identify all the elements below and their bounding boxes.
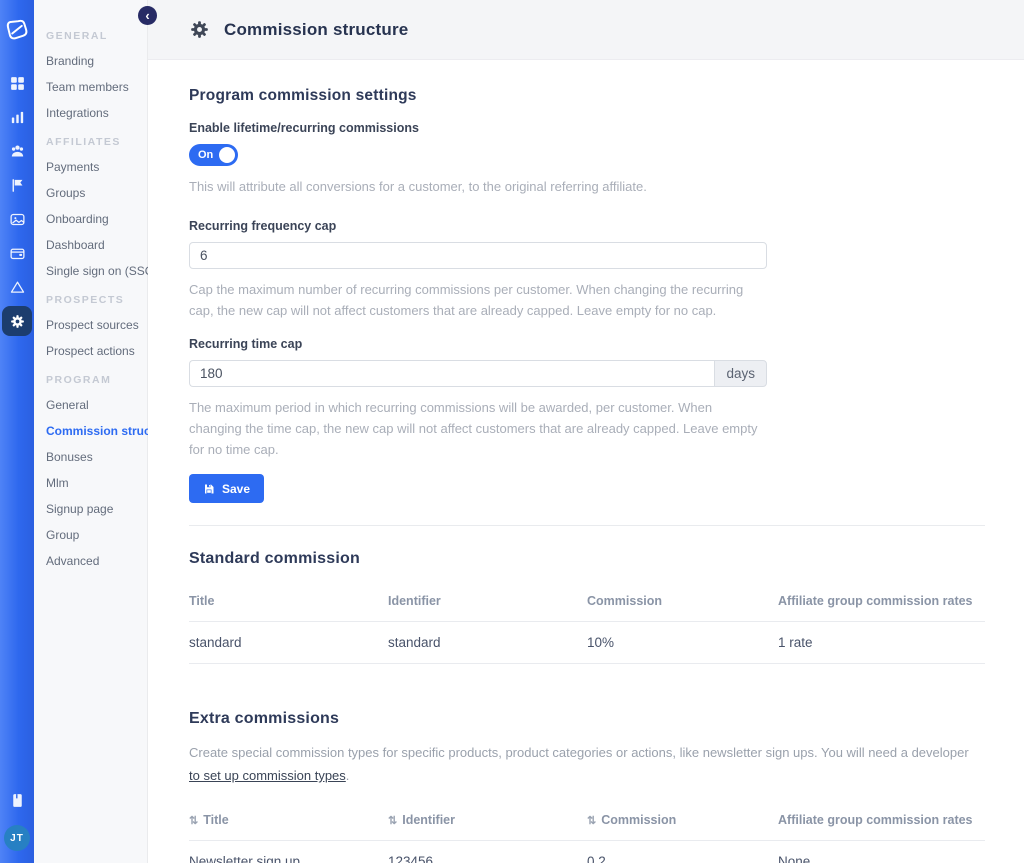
content-area: Program commission settings Enable lifet… (148, 60, 1024, 863)
time-cap-input-group: days (189, 360, 767, 387)
settings-heading: Program commission settings (189, 87, 985, 105)
cell-title: standard (189, 622, 388, 664)
toggle-state-label: On (198, 149, 213, 161)
sort-icon: ⇅ (587, 815, 596, 827)
section-label-program: PROGRAM (46, 374, 141, 386)
section-label-prospects: PROSPECTS (46, 294, 141, 306)
header-gear-icon (189, 19, 210, 40)
sidebar-item-advanced[interactable]: Advanced (46, 548, 141, 574)
sidebar-item-group[interactable]: Group (46, 522, 141, 548)
sidebar-item-general[interactable]: General (46, 392, 141, 418)
sort-icon: ⇅ (388, 815, 397, 827)
sidebar-item-team-members[interactable]: Team members (46, 74, 141, 100)
toggle-knob (219, 147, 235, 163)
sidebar-item-payments[interactable]: Payments (46, 154, 141, 180)
toggle-help-text: This will attribute all conversions for … (189, 176, 985, 197)
toggle-field-label: Enable lifetime/recurring commissions (189, 121, 985, 135)
description-text: Create special commission types for spec… (189, 745, 969, 760)
brand-logo-icon[interactable] (4, 16, 30, 44)
sidebar-item-signup-page[interactable]: Signup page (46, 496, 141, 522)
settings-sidebar: GENERAL Branding Team members Integratio… (34, 0, 148, 863)
reports-chart-icon[interactable] (0, 100, 34, 134)
standard-commission-heading: Standard commission (189, 550, 985, 568)
sidebar-item-integrations[interactable]: Integrations (46, 100, 141, 126)
docs-book-icon[interactable] (0, 783, 34, 817)
col-title: Title (189, 580, 388, 622)
section-label-affiliates: AFFILIATES (46, 136, 141, 148)
time-cap-help: The maximum period in which recurring co… (189, 397, 767, 460)
extra-commissions-heading: Extra commissions (189, 710, 985, 728)
table-header-row: ⇅ Title ⇅ Identifier ⇅ Commission Affiliate… (189, 799, 985, 841)
table-header-row: Title Identifier Commission Affiliate gr… (189, 580, 985, 622)
icon-rail: JT (0, 0, 34, 863)
sidebar-item-onboarding[interactable]: Onboarding (46, 206, 141, 232)
col-identifier: Identifier (388, 580, 587, 622)
col-commission-label: Commission (601, 813, 676, 827)
cell-commission: 0.2 (587, 841, 778, 863)
sidebar-item-bonuses[interactable]: Bonuses (46, 444, 141, 470)
save-button-label: Save (222, 482, 250, 496)
col-identifier-label: Identifier (402, 813, 455, 827)
sidebar-item-sso[interactable]: Single sign on (SSO) (46, 258, 141, 284)
frequency-cap-input[interactable] (189, 242, 767, 269)
cell-commission: 10% (587, 622, 778, 664)
sidebar-item-prospect-actions[interactable]: Prospect actions (46, 338, 141, 364)
sidebar-item-branding[interactable]: Branding (46, 48, 141, 74)
page-title: Commission structure (224, 20, 408, 40)
user-avatar[interactable]: JT (4, 825, 30, 851)
time-cap-label: Recurring time cap (189, 337, 985, 351)
dashboard-icon[interactable] (0, 66, 34, 100)
assets-image-icon[interactable] (0, 202, 34, 236)
sidebar-item-dashboard[interactable]: Dashboard (46, 232, 141, 258)
section-label-general: GENERAL (46, 30, 141, 42)
chevron-left-icon: ‹ (145, 9, 149, 22)
sidebar-item-groups[interactable]: Groups (46, 180, 141, 206)
frequency-cap-label: Recurring frequency cap (189, 219, 985, 233)
frequency-cap-help: Cap the maximum number of recurring comm… (189, 279, 767, 321)
link-suffix: . (346, 768, 350, 783)
cell-group-rates: None (778, 841, 985, 863)
lifetime-commissions-toggle[interactable]: On (189, 144, 238, 166)
table-row[interactable]: Newsletter sign up 123456 0.2 None (189, 841, 985, 863)
affiliates-users-icon[interactable] (0, 134, 34, 168)
table-row[interactable]: standard standard 10% 1 rate (189, 622, 985, 664)
time-cap-input[interactable] (189, 360, 714, 387)
sort-icon: ⇅ (189, 815, 198, 827)
main-panel: ‹ Commission structure Program commissio… (148, 0, 1024, 863)
prism-triangle-icon[interactable] (0, 270, 34, 304)
cell-title: Newsletter sign up (189, 841, 388, 863)
collapse-sidebar-button[interactable]: ‹ (138, 6, 157, 25)
col-title-sortable[interactable]: ⇅ Title (189, 799, 388, 841)
col-title-label: Title (203, 813, 228, 827)
save-button[interactable]: Save (189, 474, 264, 503)
col-commission: Commission (587, 580, 778, 622)
cell-identifier: 123456 (388, 841, 587, 863)
cell-group-rates: 1 rate (778, 622, 985, 664)
sidebar-item-commission-structure[interactable]: Commission structure (46, 418, 141, 444)
extra-commissions-description: Create special commission types for spec… (189, 741, 985, 787)
sidebar-item-mlm[interactable]: Mlm (46, 470, 141, 496)
time-cap-unit: days (714, 360, 767, 387)
col-group-rates: Affiliate group commission rates (778, 580, 985, 622)
settings-gear-icon[interactable] (2, 306, 32, 336)
save-floppy-icon (203, 483, 215, 495)
setup-commission-types-link[interactable]: to set up commission types (189, 768, 346, 783)
campaigns-flag-icon[interactable] (0, 168, 34, 202)
payouts-wallet-icon[interactable] (0, 236, 34, 270)
extra-commissions-table: ⇅ Title ⇅ Identifier ⇅ Commission Affiliate… (189, 799, 985, 863)
standard-commission-table: Title Identifier Commission Affiliate gr… (189, 580, 985, 664)
section-divider (189, 525, 985, 526)
sidebar-item-prospect-sources[interactable]: Prospect sources (46, 312, 141, 338)
cell-identifier: standard (388, 622, 587, 664)
col-group-rates: Affiliate group commission rates (778, 799, 985, 841)
page-header: Commission structure (148, 0, 1024, 60)
col-commission-sortable[interactable]: ⇅ Commission (587, 799, 778, 841)
col-identifier-sortable[interactable]: ⇅ Identifier (388, 799, 587, 841)
